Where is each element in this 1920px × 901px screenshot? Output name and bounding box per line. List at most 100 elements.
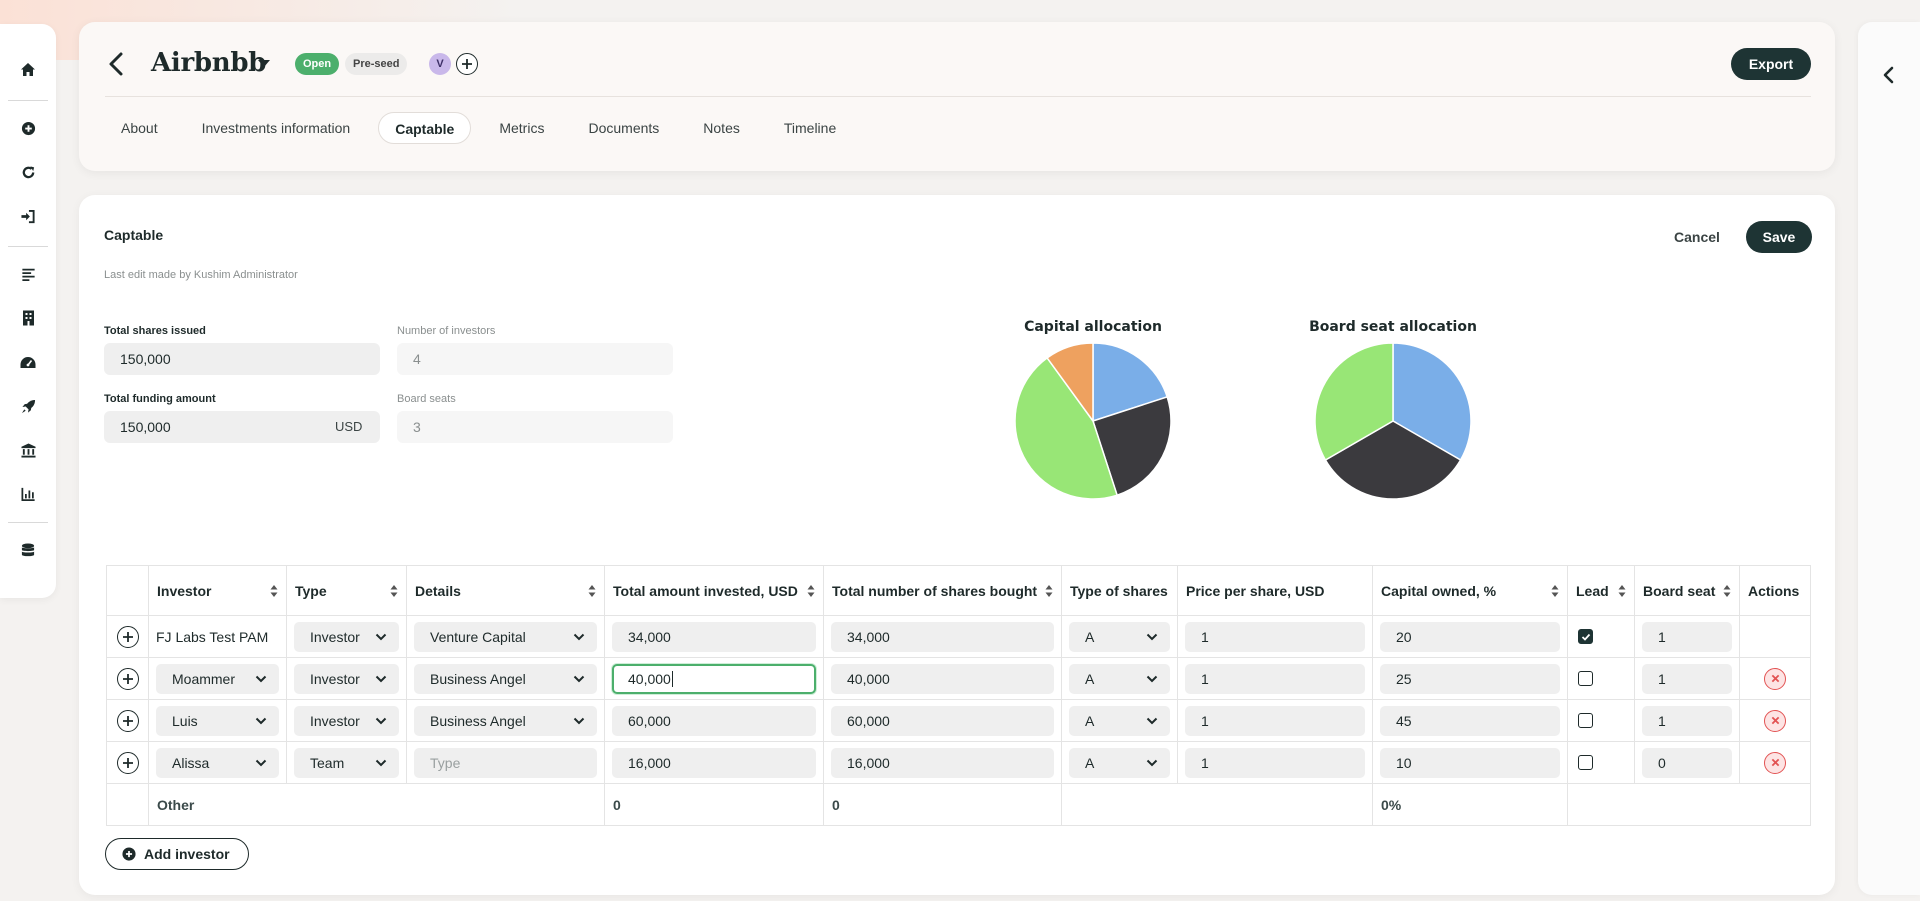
amount-input[interactable]: 16,000 [612,747,816,778]
lead-checkbox[interactable] [1578,629,1593,644]
board-seat-input[interactable]: 0 [1642,747,1732,778]
chevron-down-icon [1146,675,1158,682]
tab-documents[interactable]: Documents [572,112,675,144]
home-icon[interactable] [18,60,38,80]
details-select[interactable]: Business Angel [414,705,597,736]
board-seat-input[interactable]: 1 [1642,705,1732,736]
lead-checkbox[interactable] [1578,671,1593,686]
plus-icon [122,715,133,726]
remove-investor-button[interactable] [1764,709,1786,732]
database-icon[interactable] [18,540,38,560]
expand-row-button[interactable] [116,667,139,690]
tab-metrics[interactable]: Metrics [483,112,560,144]
add-investor-button[interactable]: Add investor [105,838,249,870]
amount-input[interactable]: 34,000 [612,621,816,652]
chevron-left-icon[interactable] [1880,66,1898,84]
type-select[interactable]: Investor [294,663,399,694]
header-price: Price per share, USD [1177,565,1373,616]
header-investor[interactable]: Investor [148,565,287,616]
avatar[interactable]: V [429,53,451,75]
price-input[interactable]: 1 [1185,621,1365,652]
total-shares-label: Total shares issued [104,325,206,337]
sort-icon[interactable] [1618,584,1626,598]
shares-input[interactable]: 60,000 [831,705,1054,736]
tab-captable[interactable]: Captable [378,112,472,144]
share-type-select[interactable]: A [1069,663,1170,694]
sort-icon[interactable] [1551,584,1559,598]
cancel-button[interactable]: Cancel [1657,223,1737,251]
plus-circle-icon[interactable] [18,118,38,138]
refresh-icon[interactable] [18,162,38,182]
capital-allocation-pie [1014,342,1172,500]
amount-input[interactable]: 40,000 [612,663,816,694]
header-amount[interactable]: Total amount invested, USD [604,565,824,616]
header-add [106,565,149,616]
board-seat-input[interactable]: 1 [1642,663,1732,694]
expand-row-button[interactable] [116,751,139,774]
shares-input[interactable]: 40,000 [831,663,1054,694]
shares-input[interactable]: 16,000 [831,747,1054,778]
caret-down-icon[interactable] [257,56,271,70]
type-value: Investor [310,670,360,687]
type-select[interactable]: Investor [294,621,399,652]
tab-timeline[interactable]: Timeline [768,112,852,144]
header-type[interactable]: Type [286,565,407,616]
bank-icon[interactable] [18,440,38,460]
tab-notes[interactable]: Notes [687,112,756,144]
remove-investor-button[interactable] [1764,667,1786,690]
chart-icon[interactable] [18,484,38,504]
add-member-button[interactable] [456,53,478,75]
investor-select[interactable]: Luis [156,705,279,736]
sort-icon[interactable] [807,584,815,598]
dashboard-icon[interactable] [18,352,38,372]
header-lead[interactable]: Lead [1567,565,1635,616]
save-button[interactable]: Save [1746,221,1812,253]
list-icon[interactable] [18,264,38,284]
price-input[interactable]: 1 [1185,747,1365,778]
amount-input[interactable]: 60,000 [612,705,816,736]
header-capital[interactable]: Capital owned, % [1372,565,1568,616]
rocket-icon[interactable] [18,396,38,416]
sort-icon[interactable] [1045,584,1053,598]
shares-input[interactable]: 34,000 [831,621,1054,652]
tab-investments-information[interactable]: Investments information [186,112,367,144]
expand-row-button[interactable] [116,709,139,732]
type-select[interactable]: Team [294,747,399,778]
investor-select[interactable]: Moammer [156,663,279,694]
capital-input[interactable]: 25 [1380,663,1560,694]
type-select[interactable]: Investor [294,705,399,736]
price-input[interactable]: 1 [1185,663,1365,694]
share-type-select[interactable]: A [1069,621,1170,652]
price-input[interactable]: 1 [1185,705,1365,736]
total-shares-input[interactable]: 150,000 [104,343,380,375]
sort-icon[interactable] [390,584,398,598]
sort-icon[interactable] [588,584,596,598]
expand-row-button[interactable] [116,625,139,648]
tab-about[interactable]: About [105,112,174,144]
board-seat-input[interactable]: 1 [1642,621,1732,652]
capital-input[interactable]: 10 [1380,747,1560,778]
share-type-select[interactable]: A [1069,747,1170,778]
sidebar-divider [8,246,48,247]
sort-icon[interactable] [270,584,278,598]
export-button[interactable]: Export [1731,48,1811,80]
header-shares[interactable]: Total number of shares bought [823,565,1062,616]
building-icon[interactable] [18,308,38,328]
header-label: Total amount invested, USD [613,582,798,599]
header-details[interactable]: Details [406,565,605,616]
lead-checkbox[interactable] [1578,755,1593,770]
lead-checkbox[interactable] [1578,713,1593,728]
header-board-seat[interactable]: Board seat [1634,565,1740,616]
capital-input[interactable]: 45 [1380,705,1560,736]
capital-input[interactable]: 20 [1380,621,1560,652]
investor-select[interactable]: Alissa [156,747,279,778]
details-select[interactable]: Business Angel [414,663,597,694]
details-input[interactable]: Type [414,747,597,778]
back-arrow-icon[interactable] [105,50,129,78]
header-label: Type of shares [1070,582,1168,599]
sort-icon[interactable] [1723,584,1731,598]
details-select[interactable]: Venture Capital [414,621,597,652]
remove-investor-button[interactable] [1764,751,1786,774]
sign-in-icon[interactable] [18,206,38,226]
share-type-select[interactable]: A [1069,705,1170,736]
